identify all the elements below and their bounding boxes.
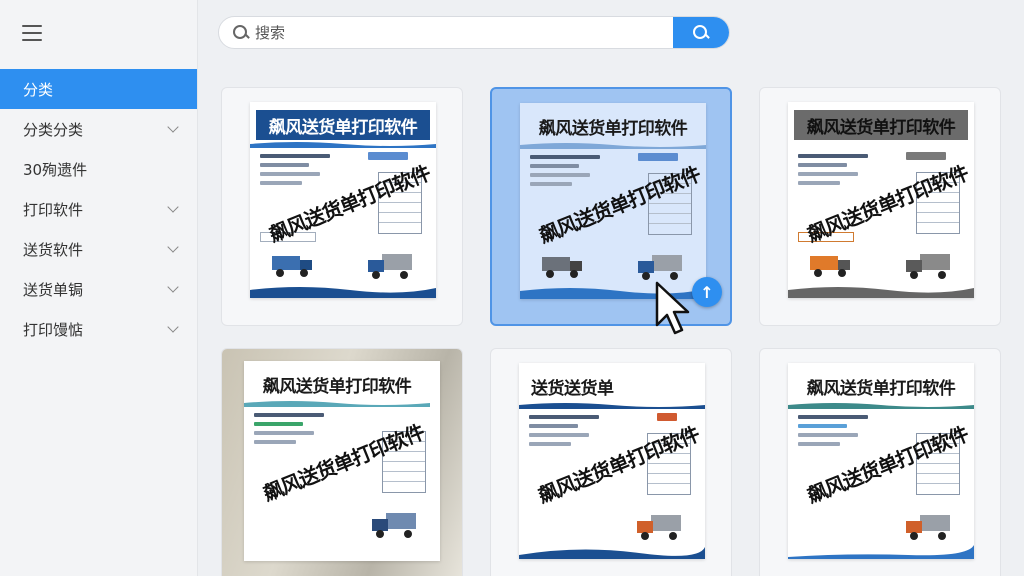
sidebar-item-label: 分类 — [23, 80, 54, 99]
template-card[interactable]: 飙风送货单打印软件 飙风送货单打印软件 — [759, 348, 1001, 576]
template-card[interactable]: 送货送货单 飙风送货单打印软件 — [490, 348, 732, 576]
truck-icon — [638, 255, 682, 280]
category-nav: 分类 分类分类 30殉遗件 打印软件 送货软件 送货单锔 打印馒惦 — [0, 69, 197, 349]
template-card[interactable]: 飙风送货单打印软件 飙风送货单打印软件 — [759, 87, 1001, 326]
sidebar-item-label: 打印软件 — [23, 200, 84, 219]
sidebar-item-label: 打印馒惦 — [23, 320, 84, 339]
template-thumbnail: 飙风送货单打印软件 飙风送货单打印软件 — [244, 361, 440, 561]
sidebar-item-label: 送货单锔 — [23, 280, 84, 299]
footer-wave — [520, 288, 706, 299]
truck-icon — [368, 254, 412, 279]
template-title: 飙风送货单打印软件 — [806, 378, 956, 399]
arrow-up-icon: ↑ — [700, 282, 714, 302]
header-wave — [519, 403, 705, 409]
info-lines — [254, 413, 324, 449]
chevron-down-icon — [167, 240, 179, 253]
template-thumbnail: 飙风送货单打印软件 飙风送货单打印软件 — [520, 103, 706, 299]
sidebar-item-print-software[interactable]: 打印软件 — [0, 189, 197, 229]
chevron-down-icon — [167, 200, 179, 213]
search-icon — [233, 24, 249, 41]
template-thumbnail: 飙风送货单打印软件 飙风送货单打印软件 — [788, 102, 974, 298]
template-card[interactable]: 飙风送货单打印软件 飙风送货单打印软件 ↑ — [490, 87, 732, 326]
sidebar-item-30[interactable]: 30殉遗件 — [0, 149, 197, 189]
info-lines — [530, 155, 600, 191]
footer-wave — [788, 545, 974, 559]
sidebar-item-category-sub[interactable]: 分类分类 — [0, 109, 197, 149]
truck-icon — [810, 256, 850, 277]
footer-wave — [788, 287, 974, 298]
search-bar — [218, 16, 730, 49]
badge — [657, 413, 677, 421]
chevron-down-icon — [167, 320, 179, 333]
info-lines — [798, 415, 868, 451]
hamburger-menu-icon[interactable] — [22, 25, 42, 41]
search-input[interactable] — [249, 17, 673, 48]
sidebar: 分类 分类分类 30殉遗件 打印软件 送货软件 送货单锔 打印馒惦 — [0, 0, 198, 576]
sidebar-item-label: 分类分类 — [23, 120, 84, 139]
info-lines — [529, 415, 599, 451]
chevron-down-icon — [167, 120, 179, 133]
sidebar-item-print-template[interactable]: 打印馒惦 — [0, 309, 197, 349]
template-thumbnail: 飙风送货单打印软件 飙风送货单打印软件 — [788, 363, 974, 559]
truck-icon — [372, 513, 416, 538]
template-title: 飙风送货单打印软件 — [262, 376, 412, 397]
badge — [368, 152, 408, 160]
badge — [906, 152, 946, 160]
sidebar-item-label: 送货软件 — [23, 240, 84, 259]
sidebar-item-label: 30殉遗件 — [23, 160, 88, 179]
truck-icon — [637, 515, 681, 540]
template-thumbnail: 送货送货单 飙风送货单打印软件 — [519, 363, 705, 559]
template-title: 飙风送货单打印软件 — [256, 110, 430, 140]
upload-button[interactable]: ↑ — [692, 277, 722, 307]
footer-wave — [250, 287, 436, 298]
template-title: 飙风送货单打印软件 — [794, 110, 968, 140]
search-button[interactable] — [673, 17, 729, 48]
sidebar-item-delivery-software[interactable]: 送货软件 — [0, 229, 197, 269]
truck-icon — [906, 254, 950, 279]
header-wave — [788, 403, 974, 409]
truck-icon — [906, 515, 950, 540]
header-wave — [244, 401, 430, 407]
info-lines — [260, 154, 330, 190]
template-card[interactable]: 飙风送货单打印软件 飙风送货单打印软件 — [221, 348, 463, 576]
header-wave — [250, 142, 436, 148]
truck-icon — [272, 256, 312, 277]
template-thumbnail: 飙风送货单打印软件 飙风送货单打印软件 — [250, 102, 436, 298]
template-card[interactable]: 飙风送货单打印软件 飙风送货单打印软件 — [221, 87, 463, 326]
search-icon — [693, 24, 709, 41]
header-wave — [520, 143, 706, 149]
info-lines — [798, 154, 868, 190]
chevron-down-icon — [167, 280, 179, 293]
footer-wave — [519, 547, 705, 559]
sidebar-item-category[interactable]: 分类 — [0, 69, 197, 109]
template-title: 送货送货单 — [531, 378, 614, 399]
sidebar-item-delivery-note[interactable]: 送货单锔 — [0, 269, 197, 309]
truck-icon — [542, 257, 582, 278]
badge — [638, 153, 678, 161]
template-title: 飙风送货单打印软件 — [538, 118, 688, 139]
